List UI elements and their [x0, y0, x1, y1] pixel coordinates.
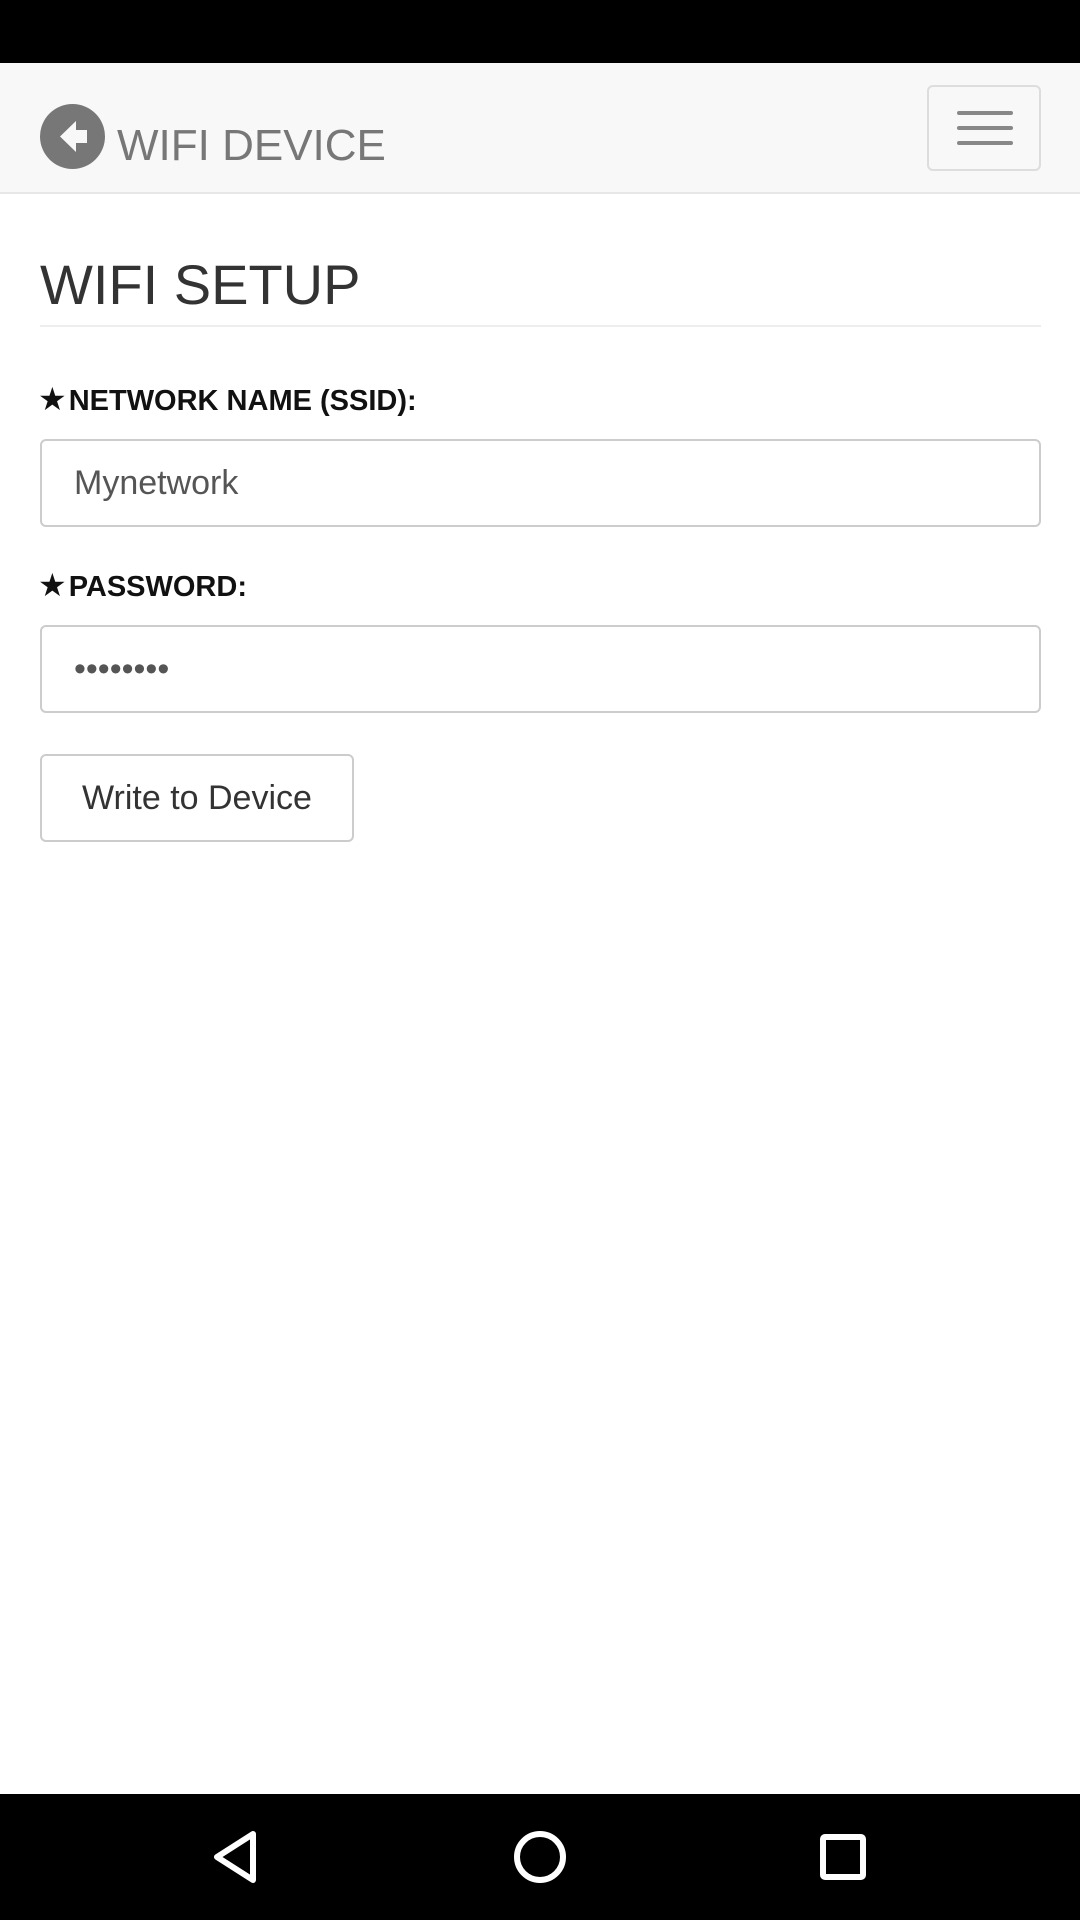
ssid-label: ★NETWORK NAME (SSID): — [38, 381, 417, 419]
page-title: WIFI SETUP — [40, 253, 361, 316]
hamburger-menu-icon — [957, 111, 1013, 115]
ssid-input[interactable] — [40, 439, 1041, 527]
triangle-back-icon[interactable] — [203, 1824, 269, 1890]
ssid-label-text: NETWORK NAME (SSID): — [68, 385, 417, 417]
system-navigation-bar — [0, 1794, 1080, 1920]
square-recents-icon[interactable] — [810, 1824, 876, 1890]
hamburger-menu-icon-bar — [957, 141, 1013, 145]
hamburger-menu-icon-bar — [957, 126, 1013, 130]
required-star-icon: ★ — [38, 381, 67, 417]
heading-divider — [40, 325, 1041, 327]
back-button[interactable] — [40, 104, 105, 169]
top-navbar: WIFI DEVICE — [0, 63, 1080, 194]
app-title: WIFI DEVICE — [117, 121, 386, 170]
menu-toggle-button[interactable] — [927, 85, 1041, 171]
arrow-circle-left-icon — [60, 121, 87, 152]
password-input[interactable] — [40, 625, 1041, 713]
screen: WIFI DEVICE WIFI SETUP ★NETWORK NAME (SS… — [0, 0, 1080, 1920]
circle-home-icon[interactable] — [507, 1824, 573, 1890]
status-bar — [0, 0, 1080, 63]
write-to-device-button[interactable]: Write to Device — [40, 754, 354, 842]
password-label-text: PASSWORD: — [68, 571, 247, 603]
required-star-icon: ★ — [38, 567, 67, 603]
password-label: ★PASSWORD: — [38, 567, 247, 605]
